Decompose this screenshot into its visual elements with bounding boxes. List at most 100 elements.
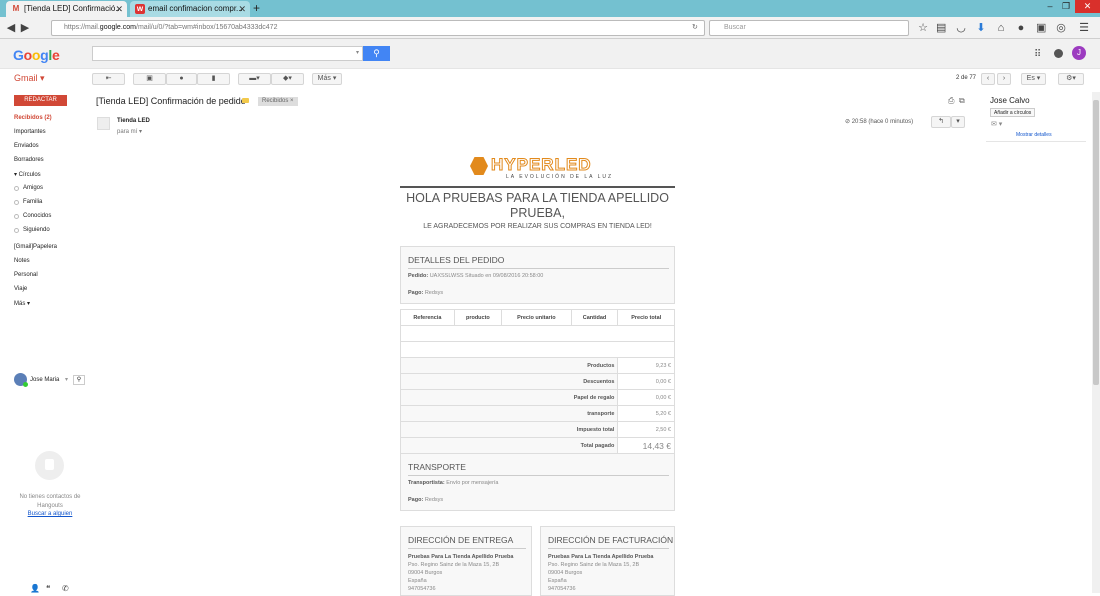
sidebar-item[interactable]: Siguiendo	[14, 227, 50, 233]
sidebar-icon[interactable]: ▣	[1036, 21, 1046, 35]
labels-button[interactable]: ◆▾	[271, 73, 304, 85]
circle-icon	[14, 200, 19, 205]
maximize-icon[interactable]: ❐	[1059, 0, 1073, 13]
dropdown-icon[interactable]: ▾	[65, 373, 68, 387]
reload-icon[interactable]: ↻	[692, 21, 698, 35]
sidebar-item[interactable]: Más ▾	[14, 300, 30, 307]
older-button[interactable]: ›	[997, 73, 1011, 85]
chat-icon[interactable]: ●	[1016, 21, 1026, 35]
add-to-circles-button[interactable]: Añadir a círculos	[990, 108, 1036, 117]
hangouts-quote-icon[interactable]: ❝	[46, 584, 50, 593]
arrow-left-icon: ⇤	[105, 75, 112, 82]
sidebar-item[interactable]: Importantes	[14, 129, 46, 135]
browser-search-box[interactable]: Buscar	[709, 20, 909, 36]
search-options-icon[interactable]: ▾	[356, 49, 359, 56]
home-icon[interactable]: ⌂	[996, 21, 1006, 35]
label-chip[interactable]: Recibidos ×	[258, 97, 298, 106]
sender-avatar	[97, 117, 110, 130]
gmail-search-button[interactable]: ⚲	[363, 46, 390, 61]
table-header-row: Referencia producto Precio unitario Cant…	[400, 309, 675, 326]
sidebar-item[interactable]: Familia	[14, 199, 42, 205]
hangouts-user[interactable]: Jose Maria ▾ ⚲	[14, 373, 86, 387]
settings-button[interactable]: ⚙▾	[1058, 73, 1084, 85]
phone-icon[interactable]: ✆	[62, 584, 69, 593]
sidebar-item[interactable]: Borradores	[14, 157, 44, 163]
trash-icon: ▮	[211, 75, 216, 82]
more-button[interactable]: Más ▾	[312, 73, 342, 85]
logo-letter: e	[51, 47, 60, 63]
search-contacts-icon[interactable]: ⚲	[73, 375, 85, 385]
sidebar-item[interactable]: Amigos	[14, 185, 44, 191]
address-street: Pso. Regino Sainz de la Maza 15, 2B	[408, 562, 500, 568]
archive-button[interactable]: ▣	[133, 73, 166, 85]
attachment-icon: ⊘	[845, 119, 852, 125]
sidebar-item[interactable]: Viaje	[14, 286, 27, 292]
pocket-icon[interactable]: ◡	[956, 21, 966, 35]
close-tab-icon[interactable]: ✕	[238, 1, 246, 17]
sidebar-item-label: Amigos	[23, 185, 44, 191]
close-tab-icon[interactable]: ✕	[115, 1, 123, 17]
newer-button[interactable]: ‹	[981, 73, 995, 85]
sidebar-item[interactable]: Notes	[14, 258, 30, 264]
sidebar-item[interactable]: Enviados	[14, 143, 39, 149]
gmail-search-input[interactable]: ▾	[92, 46, 363, 61]
more-actions-button[interactable]: ▾	[951, 116, 965, 128]
url-prefix: https://mail.	[64, 24, 100, 31]
totals-row: Total pagado 14,43 €	[399, 437, 675, 454]
minimize-icon[interactable]: –	[1043, 0, 1057, 13]
mail-icon[interactable]: ✉ ▾	[991, 120, 1002, 128]
contacts-person-icon[interactable]: 👤	[30, 584, 40, 593]
report-spam-button[interactable]: ●	[166, 73, 197, 85]
account-avatar[interactable]: J	[1072, 46, 1086, 60]
new-window-icon[interactable]: ⧉	[959, 96, 965, 106]
reply-button[interactable]: ↰	[931, 116, 951, 128]
find-someone-link[interactable]: Buscar a alguien	[10, 511, 90, 517]
back-to-inbox-button[interactable]: ⇤	[92, 73, 125, 85]
compose-button[interactable]: REDACTAR	[14, 95, 67, 106]
w-favicon-icon: w	[135, 4, 145, 14]
menu-icon[interactable]: ☰	[1078, 21, 1090, 35]
forward-icon[interactable]: ▶	[19, 21, 31, 35]
browser-tab-gmail[interactable]: M [Tienda LED] Confirmació... ✕	[6, 1, 127, 17]
recipient-details[interactable]: para mí ▾	[117, 128, 142, 135]
empty-cell	[400, 325, 675, 342]
extension-icon[interactable]: ◎	[1056, 21, 1066, 35]
spam-icon: ●	[179, 75, 184, 82]
sidebar-item[interactable]: Recibidos (2)	[14, 115, 52, 121]
url-bar[interactable]: https://mail.google.com/mail/u/0/?tab=wm…	[51, 20, 705, 36]
column-header: Referencia	[400, 309, 455, 326]
apps-grid-icon[interactable]: ⠿	[1034, 49, 1041, 60]
show-details-link[interactable]: Mostrar detalles	[1016, 132, 1052, 138]
message-toolbar: Gmail ▾ ⇤ ▣ ● ▮ ▬▾ ◆▾ Más ▾ 2 de 77 ‹ › …	[0, 69, 1100, 89]
browser-tab-email[interactable]: w email confimacion compr... ✕	[130, 1, 250, 17]
sidebar-item[interactable]: Personal	[14, 272, 38, 278]
tab-title: [Tienda LED] Confirmació...	[24, 4, 122, 13]
sidebar-item[interactable]: [Gmail]Papelera	[14, 244, 57, 250]
new-tab-icon[interactable]: +	[253, 0, 260, 17]
sidebar-item[interactable]: Conocidos	[14, 213, 51, 219]
payment-label: Pago:	[408, 497, 424, 503]
brand-tagline: LA EVOLUCIÓN DE LA LUZ	[506, 174, 614, 180]
gmail-menu[interactable]: Gmail ▾	[14, 73, 45, 84]
input-language-button[interactable]: Es ▾	[1021, 73, 1046, 85]
google-logo[interactable]: Google	[13, 47, 60, 63]
print-icon[interactable]: ⎙	[948, 96, 954, 106]
move-to-button[interactable]: ▬▾	[238, 73, 271, 85]
sender-name[interactable]: Tienda LED	[117, 118, 150, 124]
download-icon[interactable]: ⬇	[976, 21, 986, 35]
scrollbar-thumb[interactable]	[1093, 100, 1099, 385]
back-icon[interactable]: ◀	[5, 21, 17, 35]
window-close-icon[interactable]: ✕	[1075, 0, 1100, 13]
clipboard-icon[interactable]: ▤	[936, 21, 946, 35]
notifications-icon[interactable]	[1054, 49, 1063, 58]
hex-logo-icon	[470, 157, 488, 175]
important-marker-icon[interactable]	[242, 98, 249, 103]
delete-button[interactable]: ▮	[197, 73, 230, 85]
address-name: Pruebas Para La Tienda Apellido Prueba	[408, 554, 514, 560]
empty-cell	[400, 341, 675, 358]
url-path: /mail/u/0/?tab=wm#inbox/15670ab4333dc472	[136, 24, 278, 31]
sidebar-item[interactable]: ▾ Círculos	[14, 171, 41, 178]
totals-row: Impuesto total 2,50 €	[399, 421, 675, 438]
bookmark-star-icon[interactable]: ☆	[918, 21, 928, 35]
table-row	[400, 341, 675, 358]
